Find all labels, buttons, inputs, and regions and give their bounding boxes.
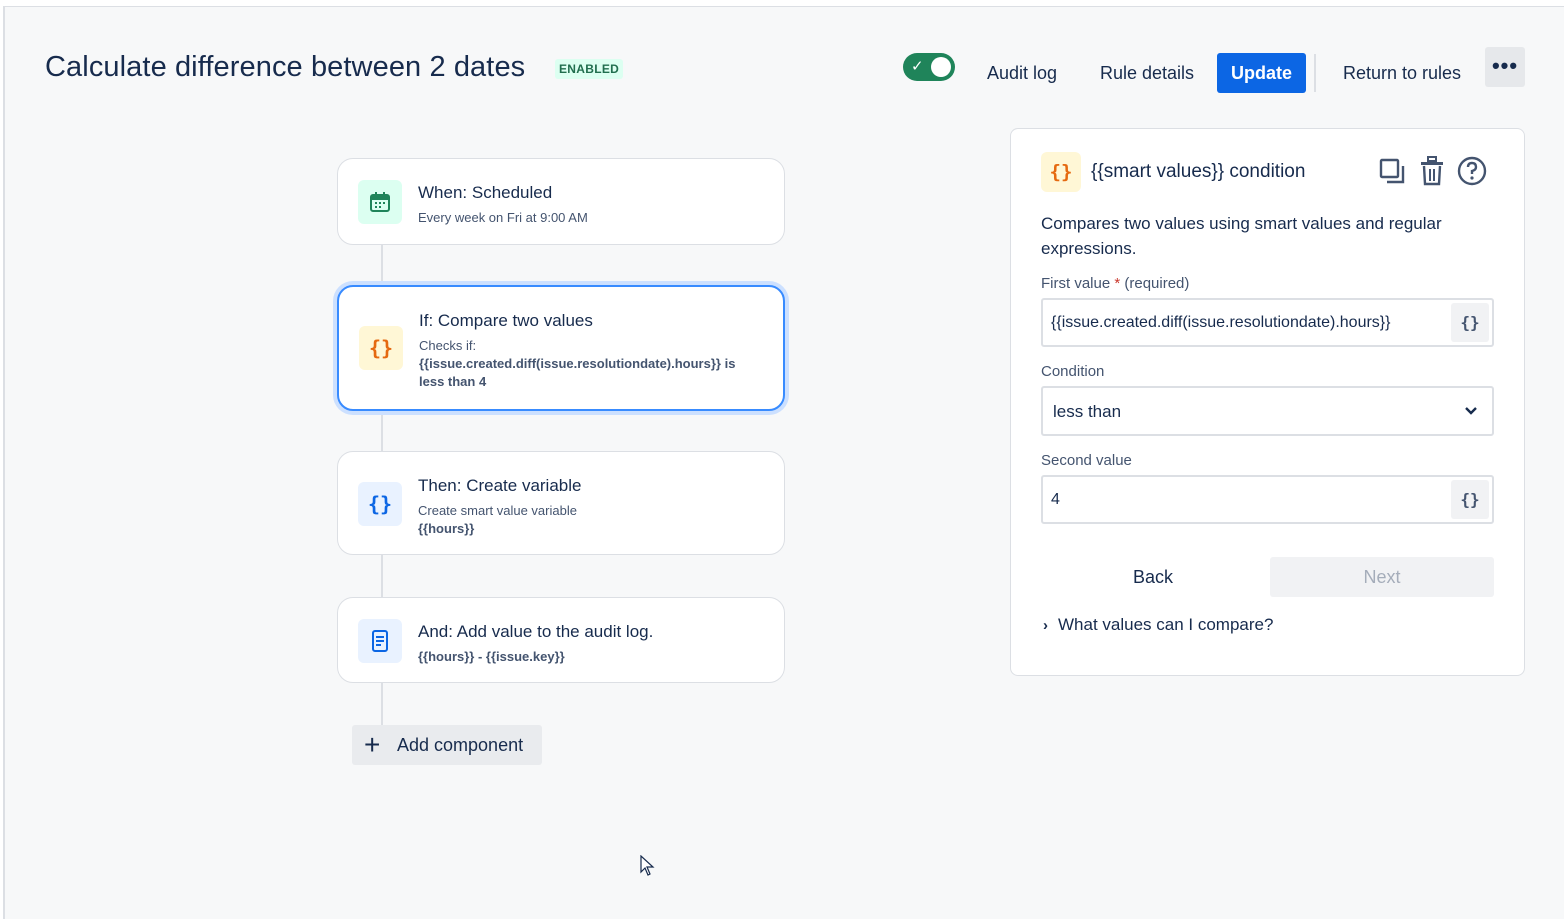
card-title: If: Compare two values [419,311,593,330]
condition-config-panel: {} {{smart values}} condition Compares t… [1010,128,1525,676]
condition-select[interactable]: less than [1041,386,1494,436]
smart-value-picker-icon[interactable]: {} [1451,480,1489,519]
back-button[interactable]: Back [1041,557,1265,597]
curly-braces-icon: {} [358,482,402,526]
condition-selected-value: less than [1053,402,1122,421]
card-subtitle-text: Create smart value variable [418,503,577,518]
card-title: And: Add value to the audit log. [418,622,654,641]
rule-editor-page: Calculate difference between 2 dates ENA… [3,6,1564,919]
card-subtitle: Checks if: {{issue.created.diff(issue.re… [419,337,759,391]
required-text: (required) [1124,275,1190,292]
panel-description: Compares two values using smart values a… [1041,214,1442,258]
update-button[interactable]: Update [1217,53,1307,93]
panel-title: {{smart values}} condition [1091,161,1306,182]
ellipsis-icon: ••• [1491,53,1519,78]
flow-connector [381,245,383,285]
status-badge: ENABLED [555,59,624,79]
check-icon: ✓ [911,58,924,75]
card-title: When: Scheduled [418,183,553,202]
action-card-audit-log[interactable]: And: Add value to the audit log. {{hours… [337,597,785,683]
more-actions-button[interactable]: ••• [1485,47,1525,87]
card-subtitle: Every week on Fri at 9:00 AM [418,210,588,225]
condition-card-compare-values[interactable]: {} If: Compare two values Checks if: {{i… [337,285,785,411]
flow-connector [381,683,383,725]
card-detail: {{hours}} [418,521,475,536]
add-component-label: Add component [397,735,524,755]
add-component-button[interactable]: + Add component [352,725,542,765]
panel-toolbar [1377,155,1487,187]
first-value-input[interactable]: {{issue.created.diff(issue.resolutiondat… [1051,314,1390,332]
chevron-right-icon: › [1043,617,1048,634]
plus-icon: + [364,729,381,760]
rule-details-button[interactable]: Rule details [1088,53,1206,93]
curly-braces-icon: {} [359,326,403,370]
document-icon [358,619,402,663]
card-subtitle: Create smart value variable {{hours}} [418,502,758,538]
next-button[interactable]: Next [1270,557,1494,597]
second-value-label: Second value [1041,452,1132,469]
mouse-cursor-icon [640,854,656,882]
flow-connector [381,555,383,597]
card-title: Then: Create variable [418,476,582,495]
card-detail: {{issue.created.diff(issue.resolutiondat… [419,356,736,389]
curly-braces-icon: {} [1041,152,1081,192]
card-subtitle-text: Checks if: [419,338,477,353]
condition-label: Condition [1041,363,1105,380]
first-value-label-text: First value [1041,275,1111,292]
page-title: Calculate difference between 2 dates [45,51,526,83]
flow-connector [381,411,383,451]
toggle-knob [931,57,951,77]
smart-value-picker-icon[interactable]: {} [1451,303,1489,342]
calendar-icon [358,180,402,224]
help-link-text: What values can I compare? [1058,615,1274,634]
audit-log-button[interactable]: Audit log [975,53,1069,93]
chevron-down-icon [1464,400,1478,427]
trash-icon[interactable] [1417,155,1447,187]
first-value-label: First value * (required) [1041,275,1189,292]
help-icon[interactable] [1457,155,1487,187]
second-value-field[interactable]: 4 {} [1041,475,1494,524]
help-expander[interactable]: › What values can I compare? [1043,615,1273,635]
rule-enabled-toggle[interactable]: ✓ [903,53,955,81]
first-value-field[interactable]: {{issue.created.diff(issue.resolutiondat… [1041,298,1494,347]
card-detail: {{hours}} - {{issue.key}} [418,649,565,664]
required-mark: * [1114,275,1121,292]
trigger-card-scheduled[interactable]: When: Scheduled Every week on Fri at 9:0… [337,158,785,245]
copy-icon[interactable] [1377,155,1407,187]
second-value-input[interactable]: 4 [1051,491,1060,509]
return-to-rules-button[interactable]: Return to rules [1331,53,1473,93]
action-card-create-variable[interactable]: {} Then: Create variable Create smart va… [337,451,785,555]
header-divider [1314,54,1316,92]
